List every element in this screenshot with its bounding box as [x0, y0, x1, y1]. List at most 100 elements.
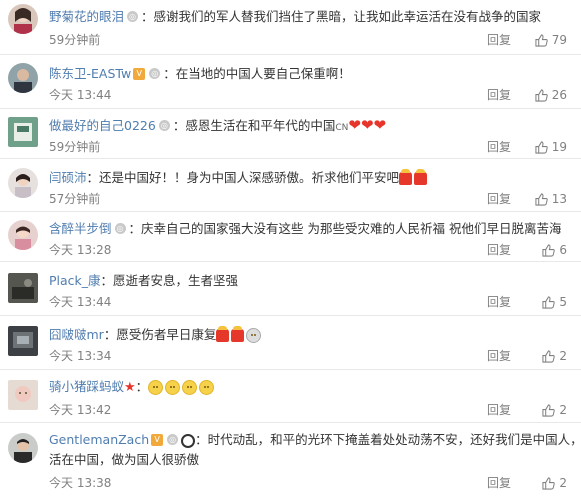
- heart-icon: ❤: [360, 116, 374, 134]
- comment-item: 闫硕沛：还是中国好！！身为中国人深感骄傲。祈求他们平安吧 57分钟前 回复 13: [0, 159, 581, 212]
- reply-button[interactable]: 回复: [487, 243, 511, 257]
- thumbs-up-icon: [535, 193, 548, 206]
- avatar[interactable]: [8, 380, 38, 410]
- comment-item: 骑小猪踩蚂蚁★： 今天 13:42 回复 2: [0, 370, 581, 423]
- reply-button[interactable]: 回复: [487, 140, 511, 154]
- reply-button[interactable]: 回复: [487, 33, 511, 47]
- gift-emoji-icon: [414, 169, 428, 185]
- star-icon: ★: [124, 380, 136, 395]
- like-count: 2: [559, 349, 567, 363]
- gift-emoji-icon: [399, 169, 413, 185]
- like-count: 79: [551, 33, 567, 47]
- comment-time: 今天 13:34: [49, 349, 112, 363]
- thumbs-up-icon: [542, 244, 556, 257]
- like-count: 2: [559, 403, 567, 417]
- like-button[interactable]: 19: [535, 140, 567, 154]
- comment-line: 骑小猪踩蚂蚁★：: [49, 378, 573, 397]
- comment-item: 做最好的自己0226 ◎ ：感恩生活在和平年代的中国CN❤❤❤ 59分钟前 回复 1…: [0, 109, 581, 159]
- level-badge-icon: ◎: [158, 120, 170, 131]
- face-emoji-icon: [165, 380, 181, 395]
- reply-button[interactable]: 回复: [487, 349, 511, 363]
- comment-text: ：还是中国好！！身为中国人深感骄傲。祈求他们平安吧: [86, 170, 400, 185]
- reply-button[interactable]: 回复: [487, 192, 511, 206]
- thumbs-up-icon: [542, 477, 556, 490]
- flag-cn: CN: [335, 123, 349, 133]
- comment-time: 今天 13:44: [49, 88, 112, 102]
- comment-line: GentlemanZach V ◎ ：时代动乱，和平的光环下掩盖着处处动荡不安，还好我…: [49, 431, 581, 449]
- comment-line: 做最好的自己0226 ◎ ：感恩生活在和平年代的中国CN❤❤❤: [49, 116, 573, 137]
- like-button[interactable]: 13: [535, 192, 567, 206]
- comment-time: 今天 13:38: [49, 476, 112, 490]
- gift-emoji-icon: [231, 326, 245, 342]
- thumbs-up-icon: [542, 350, 556, 363]
- comment-line: 闫硕沛：还是中国好！！身为中国人深感骄傲。祈求他们平安吧: [49, 169, 573, 187]
- username-link[interactable]: 囧啵啵mr: [49, 327, 104, 342]
- comment-line: 野菊花的眼泪 ◎ ：感谢我们的军人替我们挡住了黑暗，让我如此幸运活在没有战争的国家: [49, 8, 573, 26]
- face-emoji-icon: [182, 380, 198, 395]
- like-button[interactable]: 2: [542, 476, 567, 490]
- like-button[interactable]: 2: [542, 349, 567, 363]
- face-emoji-icon: [199, 380, 215, 395]
- like-count: 2: [559, 476, 567, 490]
- reply-button[interactable]: 回复: [487, 403, 511, 417]
- like-button[interactable]: 26: [535, 88, 567, 102]
- comment-line: Plack_康：愿逝者安息，生者坚强: [49, 272, 573, 290]
- avatar[interactable]: [8, 326, 38, 356]
- comment-line: 陈东卫-EASTw V ◎ ：在当地的中国人要自己保重啊！: [49, 65, 573, 83]
- comment-list: 野菊花的眼泪 ◎ ：感谢我们的军人替我们挡住了黑暗，让我如此幸运活在没有战争的国家 …: [0, 0, 581, 499]
- level-badge-icon: ◎: [167, 434, 179, 445]
- like-button[interactable]: 79: [535, 33, 567, 47]
- username-link[interactable]: 含醉半步倒: [49, 221, 112, 236]
- like-count: 13: [551, 192, 567, 206]
- username-link[interactable]: 骑小猪踩蚂蚁: [49, 379, 124, 394]
- face-emoji-icon: [148, 380, 164, 395]
- reply-button[interactable]: 回复: [487, 295, 511, 309]
- like-count: 19: [551, 140, 567, 154]
- comment-text: ：时代动乱，和平的光环下掩盖着处处动荡不安，还好我们是中国人，生: [195, 432, 581, 447]
- comment-time: 59分钟前: [49, 140, 101, 154]
- comment-time: 今天 13:42: [49, 403, 112, 417]
- comment-time: 57分钟前: [49, 192, 101, 206]
- avatar[interactable]: [8, 4, 38, 34]
- comment-line: 含醉半步倒 ◎ ：庆幸自己的国家强大没有这些 为那些受灾难的人民祈福 祝他们早日脱离…: [49, 220, 573, 238]
- avatar[interactable]: [8, 117, 38, 147]
- avatar[interactable]: [8, 273, 38, 303]
- thumbs-up-icon: [535, 89, 548, 102]
- like-button[interactable]: 6: [542, 243, 567, 257]
- gift-emoji-icon: [216, 326, 230, 342]
- comment-line: 囧啵啵mr：愿受伤者早日康复: [49, 326, 573, 344]
- comment-line-continued: 活在中国，做为国人很骄傲: [49, 451, 573, 469]
- thumbs-up-icon: [535, 141, 548, 154]
- comment-time: 59分钟前: [49, 33, 101, 47]
- username-link[interactable]: 野菊花的眼泪: [49, 9, 124, 24]
- avatar[interactable]: [8, 433, 38, 463]
- comment-item: 囧啵啵mr：愿受伤者早日康复 今天 13:34 回复 2: [0, 316, 581, 370]
- avatar[interactable]: [8, 168, 38, 198]
- username-link[interactable]: 闫硕沛: [49, 170, 87, 185]
- heart-icon: ❤: [348, 116, 361, 134]
- username-link[interactable]: 陈东卫-EASTw: [49, 66, 131, 81]
- heart-icon: ❤: [373, 116, 387, 134]
- comment-item: GentlemanZach V ◎ ：时代动乱，和平的光环下掩盖着处处动荡不安，还好我…: [0, 423, 581, 499]
- comment-text: ：感谢我们的军人替我们挡住了黑暗，让我如此幸运活在没有战争的国家: [141, 9, 542, 24]
- comment-item: Plack_康：愿逝者安息，生者坚强 今天 13:44 回复 5: [0, 262, 581, 316]
- like-button[interactable]: 5: [542, 295, 567, 309]
- comment-time: 今天 13:44: [49, 295, 112, 309]
- like-button[interactable]: 2: [542, 403, 567, 417]
- comment-item: 含醉半步倒 ◎ ：庆幸自己的国家强大没有这些 为那些受灾难的人民祈福 祝他们早日脱离…: [0, 212, 581, 262]
- reply-button[interactable]: 回复: [487, 476, 511, 490]
- reply-button[interactable]: 回复: [487, 88, 511, 102]
- comment-text: ：愿逝者安息，生者坚强: [100, 273, 239, 288]
- avatar[interactable]: [8, 220, 38, 250]
- thumbs-up-icon: [535, 34, 548, 47]
- vip-icon: V: [133, 67, 146, 80]
- panda-icon: [181, 433, 196, 448]
- username-link[interactable]: Plack_康: [49, 273, 101, 288]
- comment-item: 陈东卫-EASTw V ◎ ：在当地的中国人要自己保重啊！ 今天 13:44 回复 2…: [0, 55, 581, 109]
- username-link[interactable]: 做最好的自己0226: [49, 118, 156, 133]
- like-count: 26: [551, 88, 567, 102]
- avatar[interactable]: [8, 63, 38, 93]
- praying-emoji-icon: [246, 328, 262, 343]
- username-link[interactable]: GentlemanZach: [49, 432, 149, 447]
- comment-item: 野菊花的眼泪 ◎ ：感谢我们的军人替我们挡住了黑暗，让我如此幸运活在没有战争的国家 …: [0, 0, 581, 55]
